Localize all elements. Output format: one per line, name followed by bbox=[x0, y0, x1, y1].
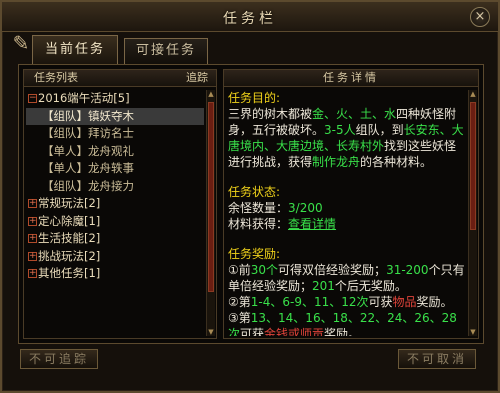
text-segment: 金钱或师贡 bbox=[264, 327, 325, 336]
text-segment: 201 bbox=[312, 279, 335, 293]
quest-detail-panel: 任务详情 任务目的: 三界的树木都被金、火、土、水四种妖怪附身，五行被破坏。3-… bbox=[223, 69, 479, 339]
quest-detail-scrollbar[interactable]: ▲ ▼ bbox=[468, 90, 477, 336]
text-segment: ①前 bbox=[228, 263, 251, 277]
quest-group[interactable]: + 其他任务[1] bbox=[26, 265, 204, 283]
quest-tree: −2016端午活动[5] 【组队】镇妖夺木 【组队】拜访名士 【单人】龙舟观礼 【单人】… bbox=[26, 90, 204, 336]
view-details-link[interactable]: 查看详情 bbox=[288, 217, 336, 231]
content-area: 任务列表 追踪 −2016端午活动[5] 【组队】镇妖夺木 【组队】拜访名士 【单人】… bbox=[18, 64, 484, 344]
quest-list-title: 任务列表 bbox=[34, 71, 78, 84]
quest-item[interactable]: 【单人】龙舟观礼 bbox=[26, 143, 204, 161]
text-segment: 奖励。 bbox=[416, 295, 453, 309]
text-segment: 3-5人 bbox=[324, 123, 356, 137]
text-segment: 30个 bbox=[250, 263, 279, 277]
text-segment: ②第 bbox=[228, 295, 251, 309]
quest-item[interactable]: 【组队】龙舟接力 bbox=[26, 178, 204, 196]
quest-label: 【单人】龙舟观礼 bbox=[42, 143, 134, 158]
untrack-button[interactable]: 不可追踪 bbox=[20, 349, 98, 369]
quest-label: 其他任务[1] bbox=[38, 266, 101, 280]
quest-group[interactable]: −2016端午活动[5] bbox=[26, 90, 204, 108]
material-row: 材料获得：查看详情 bbox=[228, 216, 466, 232]
quest-label: 【组队】龙舟接力 bbox=[42, 178, 134, 193]
brush-icon: ✎ bbox=[12, 31, 30, 55]
quest-detail-title: 任务详情 bbox=[323, 71, 379, 84]
remaining-label: 余怪数量： bbox=[228, 201, 289, 215]
task-window: 任务栏 × ✎ 当前任务 可接任务 任务列表 追踪 −2016端午活动[5] 【组… bbox=[0, 0, 500, 393]
tab-current-tasks[interactable]: 当前任务 bbox=[32, 35, 118, 64]
tab-available-tasks[interactable]: 可接任务 bbox=[124, 38, 208, 64]
reward-title: 任务奖励: bbox=[228, 247, 281, 261]
status-title: 任务状态: bbox=[228, 185, 281, 199]
expand-icon[interactable]: + bbox=[28, 199, 37, 208]
quest-group[interactable]: + 生活技能[2] bbox=[26, 230, 204, 248]
cancel-task-button[interactable]: 不可取消 bbox=[398, 349, 476, 369]
scroll-down-icon[interactable]: ▼ bbox=[207, 328, 215, 336]
reward-text: ①前30个可得双倍经验奖励；31-200个只有单倍经验奖励；201个后无奖励。 ②… bbox=[228, 262, 466, 336]
text-segment: 1-4、6-9、11、12次 bbox=[250, 295, 369, 309]
quest-label: 定心除魔[1] bbox=[38, 213, 101, 228]
text-segment: 的各种材料。 bbox=[360, 155, 433, 169]
remaining-value: 3/200 bbox=[288, 201, 323, 215]
close-icon: × bbox=[474, 9, 486, 24]
text-segment: 可获 bbox=[240, 327, 265, 336]
quest-item[interactable]: 【组队】拜访名士 bbox=[26, 125, 204, 143]
title-bar: 任务栏 × bbox=[2, 2, 498, 32]
quest-detail-header: 任务详情 bbox=[224, 70, 478, 87]
text-segment: 奖励。 bbox=[324, 327, 361, 336]
quest-item[interactable]: 【组队】镇妖夺木 bbox=[26, 107, 204, 125]
scroll-up-icon[interactable]: ▲ bbox=[207, 90, 215, 98]
quest-label: 【单人】龙舟轶事 bbox=[42, 161, 134, 175]
text-segment: 物品 bbox=[392, 295, 417, 309]
expand-icon[interactable]: + bbox=[28, 234, 37, 243]
text-segment: 组队，到 bbox=[355, 123, 404, 137]
text-segment: 可得双倍经验奖励； bbox=[278, 263, 387, 277]
text-segment: 个后无奖励。 bbox=[334, 279, 407, 293]
quest-label: 常规玩法[2] bbox=[38, 196, 101, 210]
close-button[interactable]: × bbox=[470, 7, 490, 27]
track-column-label: 追踪 bbox=[186, 71, 208, 84]
remaining-row: 余怪数量：3/200 bbox=[228, 200, 466, 216]
text-segment: 可获 bbox=[368, 295, 393, 309]
quest-label: 2016端午活动[5] bbox=[38, 91, 130, 105]
quest-label: 挑战玩法[2] bbox=[38, 248, 101, 263]
quest-detail-text: 任务目的: 三界的树木都被金、火、土、水四种妖怪附身，五行被破坏。3-5人组队，… bbox=[228, 90, 466, 336]
scroll-down-icon[interactable]: ▼ bbox=[469, 328, 477, 336]
quest-group[interactable]: + 定心除魔[1] bbox=[26, 213, 204, 231]
expand-icon[interactable]: + bbox=[28, 216, 37, 226]
scroll-thumb[interactable] bbox=[208, 102, 214, 292]
goal-text: 三界的树木都被金、火、土、水四种妖怪附身，五行被破坏。3-5人组队，到长安东、大… bbox=[228, 106, 466, 170]
text-segment: 三界的树木都被 bbox=[228, 107, 313, 121]
scroll-up-icon[interactable]: ▲ bbox=[469, 90, 477, 98]
text-segment: 31-200 bbox=[386, 263, 429, 277]
quest-label: 【组队】镇妖夺木 bbox=[42, 108, 134, 123]
goal-title: 任务目的: bbox=[228, 91, 281, 105]
quest-list-panel: 任务列表 追踪 −2016端午活动[5] 【组队】镇妖夺木 【组队】拜访名士 【单人】… bbox=[23, 69, 217, 339]
window-title: 任务栏 bbox=[223, 11, 277, 27]
quest-group[interactable]: + 常规玩法[2] bbox=[26, 195, 204, 213]
expand-icon[interactable]: + bbox=[28, 269, 37, 278]
text-segment: ③第 bbox=[228, 311, 251, 325]
expand-icon[interactable]: + bbox=[28, 251, 37, 261]
text-segment: 制作龙舟 bbox=[312, 155, 361, 169]
material-label: 材料获得： bbox=[228, 217, 289, 231]
quest-list-header: 任务列表 追踪 bbox=[24, 70, 216, 87]
quest-list-scrollbar[interactable]: ▲ ▼ bbox=[206, 90, 215, 336]
text-segment: 金、火、土、水 bbox=[312, 107, 397, 121]
quest-item[interactable]: 【单人】龙舟轶事 bbox=[26, 160, 204, 178]
quest-label: 生活技能[2] bbox=[38, 231, 101, 245]
quest-label: 【组队】拜访名士 bbox=[42, 126, 134, 140]
collapse-icon[interactable]: − bbox=[28, 94, 37, 103]
quest-group[interactable]: + 挑战玩法[2] bbox=[26, 248, 204, 266]
scroll-thumb[interactable] bbox=[470, 102, 476, 230]
